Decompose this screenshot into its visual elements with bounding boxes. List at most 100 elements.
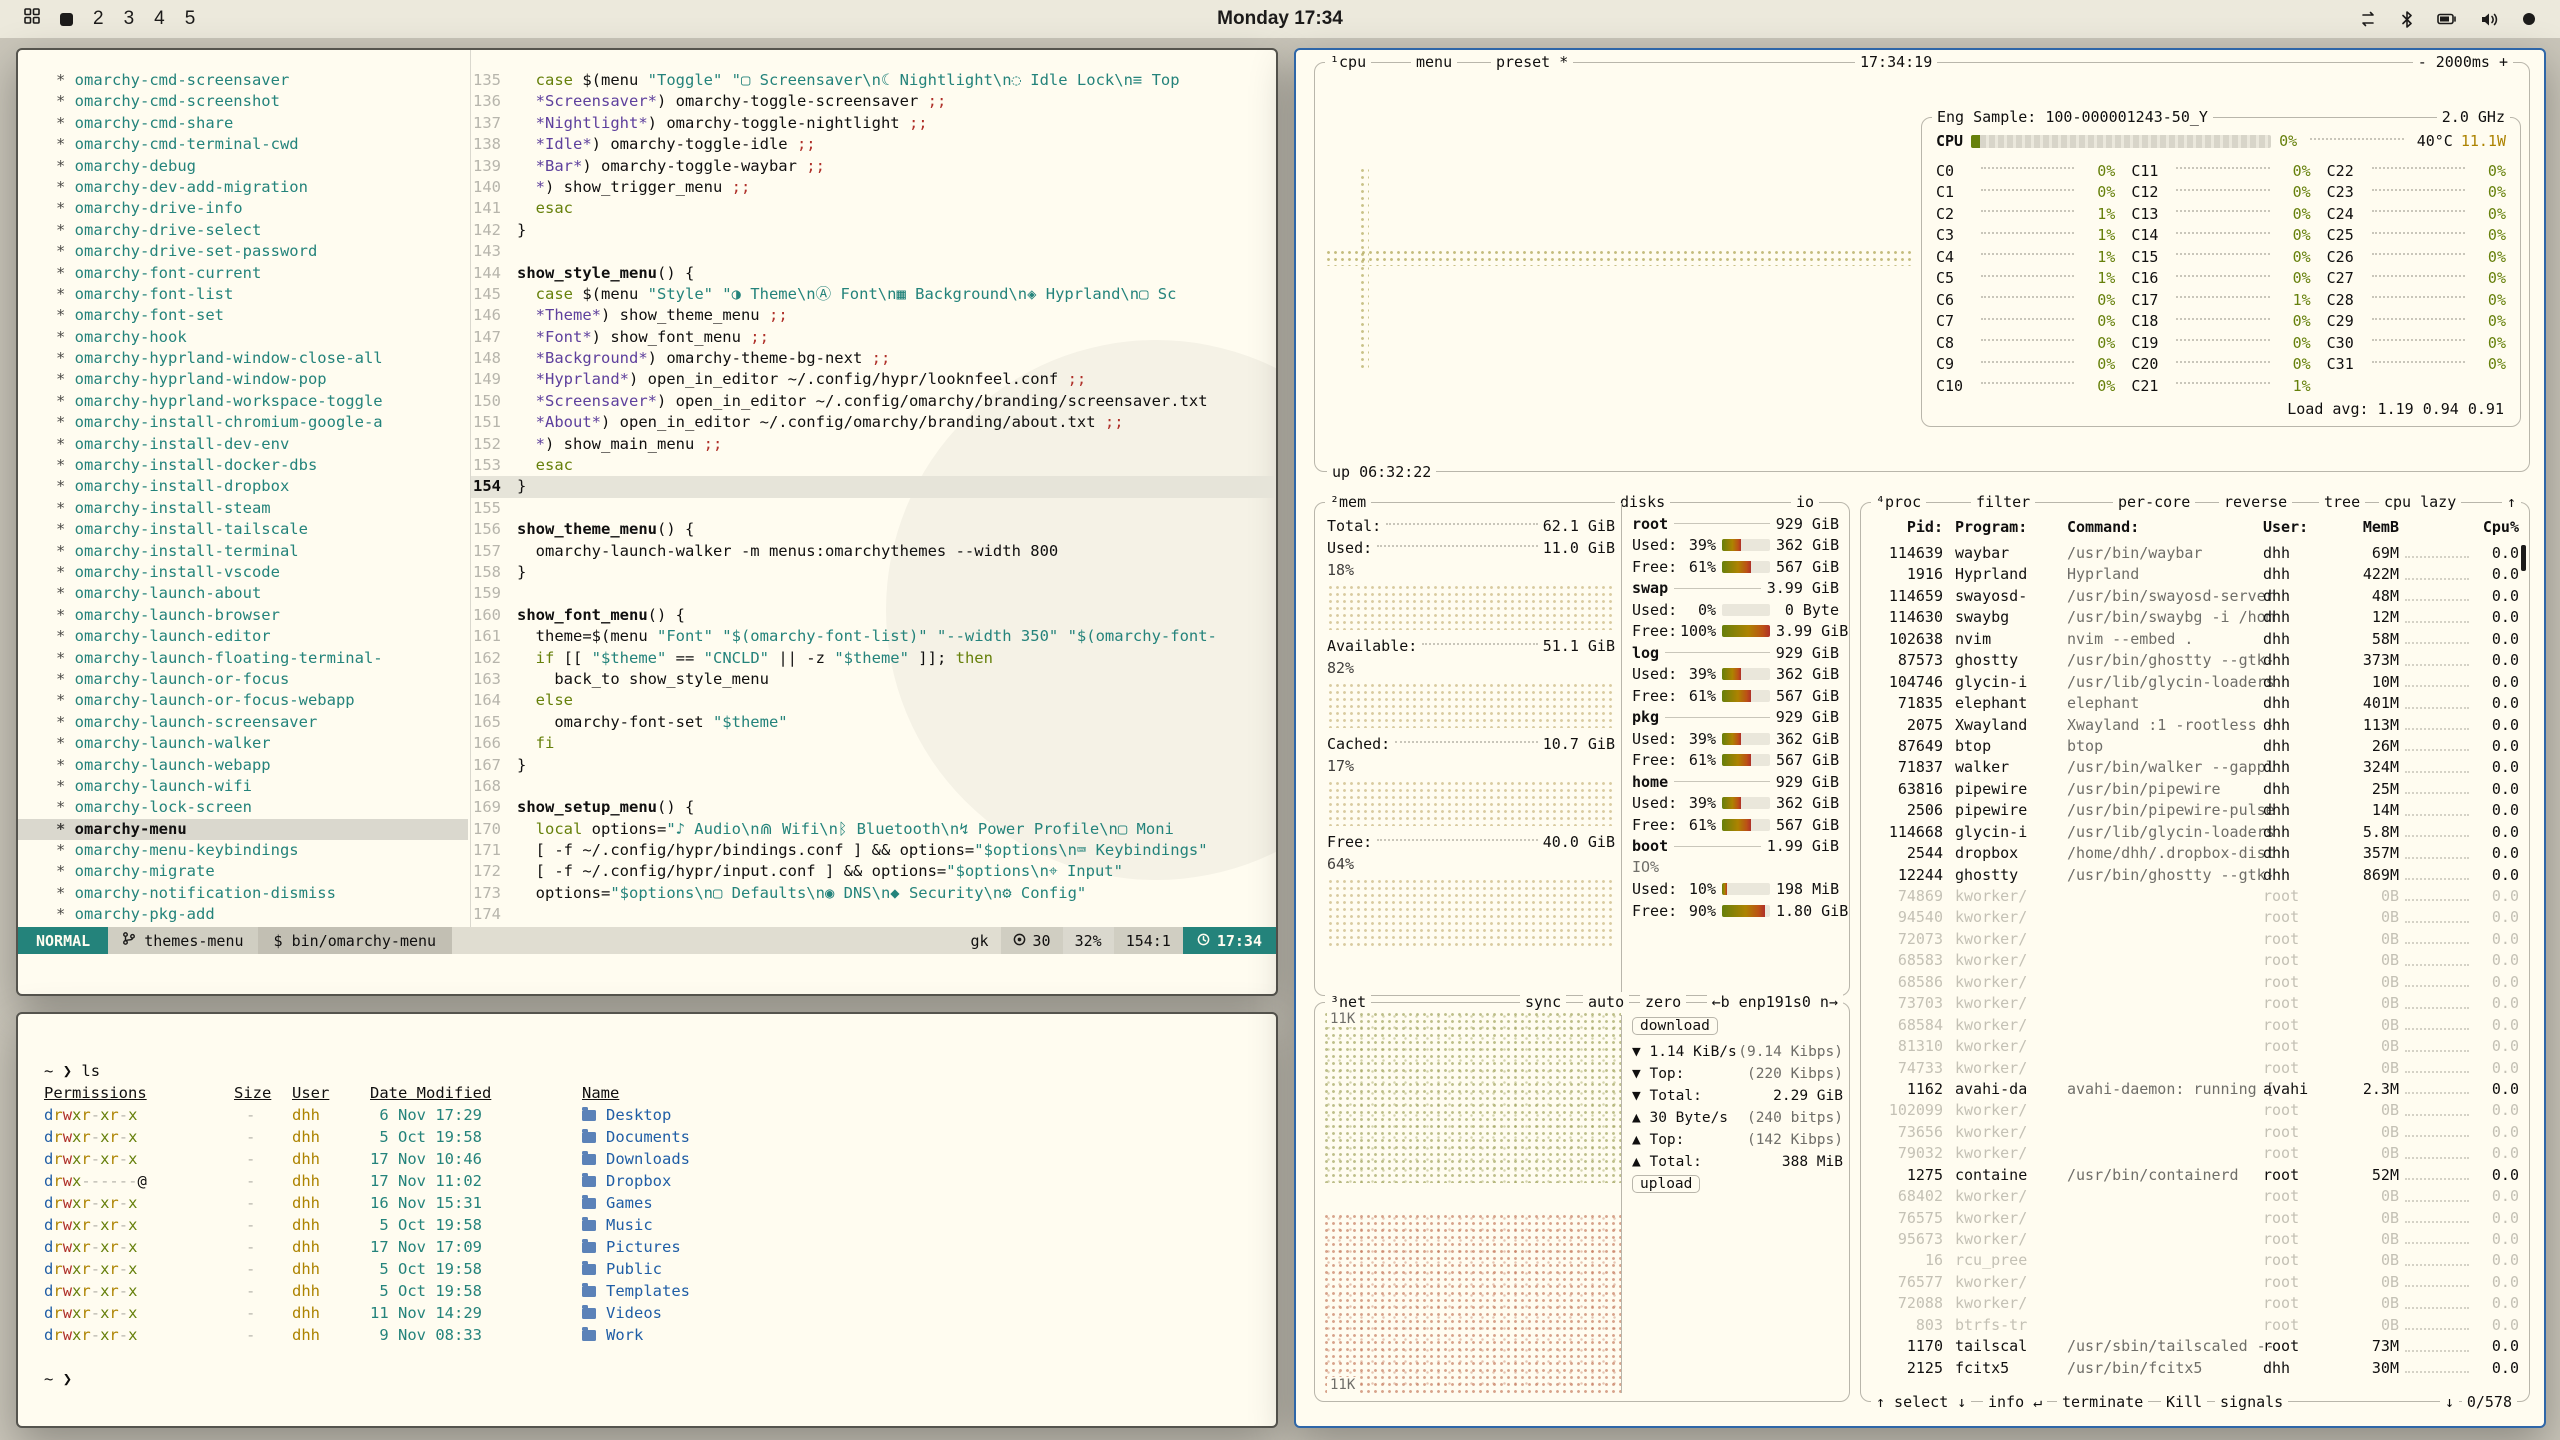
file-item[interactable]: * omarchy-pkg-add <box>18 904 468 924</box>
process-row[interactable]: 76577kworker/root0B0.0 <box>1871 1272 2519 1293</box>
process-row[interactable]: 1162avahi-daavahi-daemon: running [avahi… <box>1871 1079 2519 1100</box>
file-item[interactable]: * omarchy-launch-or-focus <box>18 669 468 690</box>
process-row[interactable]: 68583kworker/root0B0.0 <box>1871 950 2519 971</box>
code-line[interactable]: 157 omarchy-launch-walker -m menus:omarc… <box>471 541 1276 562</box>
file-item[interactable]: * omarchy-launch-or-focus-webapp <box>18 690 468 711</box>
signals-key[interactable]: signals <box>2215 1392 2288 1412</box>
process-row[interactable]: 2544dropbox/home/dhh/.dropbox-distdhh357… <box>1871 843 2519 864</box>
code-line[interactable]: 151 *About*) open_in_editor ~/.config/om… <box>471 412 1276 433</box>
net-auto-button[interactable]: auto <box>1583 992 1629 1012</box>
file-item[interactable]: * omarchy-cmd-terminal-cwd <box>18 134 468 155</box>
process-row[interactable]: 1170tailscal/usr/sbin/tailscaled --root7… <box>1871 1336 2519 1357</box>
process-row[interactable]: 114668glycin-i/usr/lib/glycin-loadersdhh… <box>1871 822 2519 843</box>
code-line[interactable]: 163 back_to show_style_menu <box>471 669 1276 690</box>
bluetooth-icon[interactable] <box>2401 11 2413 28</box>
buffer-count[interactable]: 30 <box>1001 927 1063 954</box>
file-item[interactable]: * omarchy-install-dev-env <box>18 434 468 455</box>
code-line[interactable]: 154} <box>471 476 1276 497</box>
file-item[interactable]: * omarchy-install-terminal <box>18 541 468 562</box>
process-row[interactable]: 114630swaybg/usr/bin/swaybg -i /homdhh12… <box>1871 607 2519 628</box>
notification-dot-icon[interactable] <box>2522 12 2536 26</box>
code-line[interactable]: 166 fi <box>471 733 1276 754</box>
process-row[interactable]: 104746glycin-i/usr/lib/glycin-loadersdhh… <box>1871 672 2519 693</box>
per-core-button[interactable]: per-core <box>2113 492 2195 512</box>
code-line[interactable]: 152 *) show_main_menu ;; <box>471 434 1276 455</box>
cpu-box-label[interactable]: ¹cpu <box>1325 52 1371 72</box>
file-item[interactable]: * omarchy-install-dropbox <box>18 476 468 497</box>
file-item[interactable]: * omarchy-install-steam <box>18 498 468 519</box>
file-item[interactable]: * omarchy-hyprland-window-close-all <box>18 348 468 369</box>
net-box-label[interactable]: ³net <box>1325 992 1371 1012</box>
sort-button[interactable]: cpu lazy <box>2379 492 2461 512</box>
code-line[interactable]: 174 <box>471 904 1276 924</box>
process-row[interactable]: 803btrfs-trroot0B0.0 <box>1871 1315 2519 1336</box>
proc-header[interactable]: Pid: Program: Command: User: MemB Cpu% <box>1871 517 2519 538</box>
file-item[interactable]: * omarchy-install-chromium-google-a <box>18 412 468 433</box>
process-row[interactable]: 1275containe/usr/bin/containerdroot52M0.… <box>1871 1165 2519 1186</box>
proc-scrollbar-thumb[interactable] <box>2521 545 2526 571</box>
info-key[interactable]: info ↵ <box>1983 1392 2047 1412</box>
code-line[interactable]: 147 *Font*) show_font_menu ;; <box>471 327 1276 348</box>
process-row[interactable]: 73656kworker/root0B0.0 <box>1871 1122 2519 1143</box>
file-item[interactable]: * omarchy-cmd-screenshot <box>18 91 468 112</box>
code-line[interactable]: 144show_style_menu() { <box>471 263 1276 284</box>
process-row[interactable]: 87573ghostty/usr/bin/ghostty --gtk-dhh37… <box>1871 650 2519 671</box>
file-item[interactable]: * omarchy-cmd-share <box>18 113 468 134</box>
file-item[interactable]: * omarchy-dev-add-migration <box>18 177 468 198</box>
process-row[interactable]: 114639waybar/usr/bin/waybardhh69M0.0 <box>1871 543 2519 564</box>
terminal-content[interactable]: ~ ❯ ls PermissionsSizeUserDate ModifiedN… <box>18 1014 1276 1428</box>
code-line[interactable]: 158} <box>471 562 1276 583</box>
file-item[interactable]: * omarchy-install-docker-dbs <box>18 455 468 476</box>
code-line[interactable]: 145 case $(menu "Style" "◑ Theme\nⒶ Font… <box>471 284 1276 305</box>
net-sync-button[interactable]: sync <box>1520 992 1566 1012</box>
code-line[interactable]: 141 esac <box>471 198 1276 219</box>
net-interface[interactable]: ←b enp191s0 n→ <box>1707 992 1843 1012</box>
kill-key[interactable]: Kill <box>2161 1392 2207 1412</box>
code-line[interactable]: 168 <box>471 776 1276 797</box>
code-line[interactable]: 138 *Idle*) omarchy-toggle-idle ;; <box>471 134 1276 155</box>
file-item[interactable]: * omarchy-install-tailscale <box>18 519 468 540</box>
proc-box-label[interactable]: ⁴proc <box>1871 492 1926 512</box>
code-line[interactable]: 167} <box>471 755 1276 776</box>
process-row[interactable]: 2506pipewire/usr/bin/pipewire-pulsedhh14… <box>1871 800 2519 821</box>
file-item[interactable]: * omarchy-menu <box>18 819 468 840</box>
select-keys[interactable]: ↑ select ↓ <box>1871 1392 1971 1412</box>
code-line[interactable]: 153 esac <box>471 455 1276 476</box>
file-item[interactable]: * omarchy-font-current <box>18 263 468 284</box>
process-row[interactable]: 74869kworker/root0B0.0 <box>1871 886 2519 907</box>
process-row[interactable]: 94540kworker/root0B0.0 <box>1871 907 2519 928</box>
code-line[interactable]: 142} <box>471 220 1276 241</box>
file-item[interactable]: * omarchy-hyprland-window-pop <box>18 369 468 390</box>
process-row[interactable]: 16rcu_preeroot0B0.0 <box>1871 1250 2519 1271</box>
code-line[interactable]: 172 [ -f ~/.config/hypr/input.conf ] && … <box>471 861 1276 882</box>
code-line[interactable]: 135 case $(menu "Toggle" "▢ Screensaver\… <box>471 70 1276 91</box>
mem-box-label[interactable]: ²mem <box>1325 492 1371 512</box>
terminate-key[interactable]: terminate <box>2057 1392 2148 1412</box>
process-row[interactable]: 79032kworker/root0B0.0 <box>1871 1143 2519 1164</box>
file-item[interactable]: * omarchy-launch-about <box>18 583 468 604</box>
process-row[interactable]: 63816pipewire/usr/bin/pipewiredhh25M0.0 <box>1871 779 2519 800</box>
refresh-interval[interactable]: - 2000ms + <box>2413 52 2513 72</box>
file-item[interactable]: * omarchy-hyprland-workspace-toggle <box>18 391 468 412</box>
file-item[interactable]: * omarchy-migrate <box>18 861 468 882</box>
file-item[interactable]: * omarchy-cmd-screensaver <box>18 70 468 91</box>
file-item[interactable]: * omarchy-font-set <box>18 305 468 326</box>
code-line[interactable]: 159 <box>471 583 1276 604</box>
code-line[interactable]: 162 if [[ "$theme" == "CNCLD" || -z "$th… <box>471 648 1276 669</box>
file-item[interactable]: * omarchy-lock-screen <box>18 797 468 818</box>
shell-prompt[interactable]: ~ ❯ <box>44 1368 1250 1390</box>
code-line[interactable]: 149 *Hyprland*) open_in_editor ~/.config… <box>471 369 1276 390</box>
file-item[interactable]: * omarchy-launch-screensaver <box>18 712 468 733</box>
file-item[interactable]: * omarchy-launch-floating-terminal- <box>18 648 468 669</box>
code-line[interactable]: 139 *Bar*) omarchy-toggle-waybar ;; <box>471 156 1276 177</box>
code-line[interactable]: 165 omarchy-font-set "$theme" <box>471 712 1276 733</box>
file-item[interactable]: * omarchy-debug <box>18 156 468 177</box>
code-line[interactable]: 160show_font_menu() { <box>471 605 1276 626</box>
code-line[interactable]: 148 *Background*) omarchy-theme-bg-next … <box>471 348 1276 369</box>
file-item[interactable]: * omarchy-launch-webapp <box>18 755 468 776</box>
process-row[interactable]: 12244ghostty/usr/bin/ghostty --gtk-dhh86… <box>1871 865 2519 886</box>
file-item[interactable]: * omarchy-menu-keybindings <box>18 840 468 861</box>
code-line[interactable]: 161 theme=$(menu "Font" "$(omarchy-font-… <box>471 626 1276 647</box>
file-item[interactable]: * omarchy-launch-walker <box>18 733 468 754</box>
reverse-button[interactable]: reverse <box>2219 492 2292 512</box>
